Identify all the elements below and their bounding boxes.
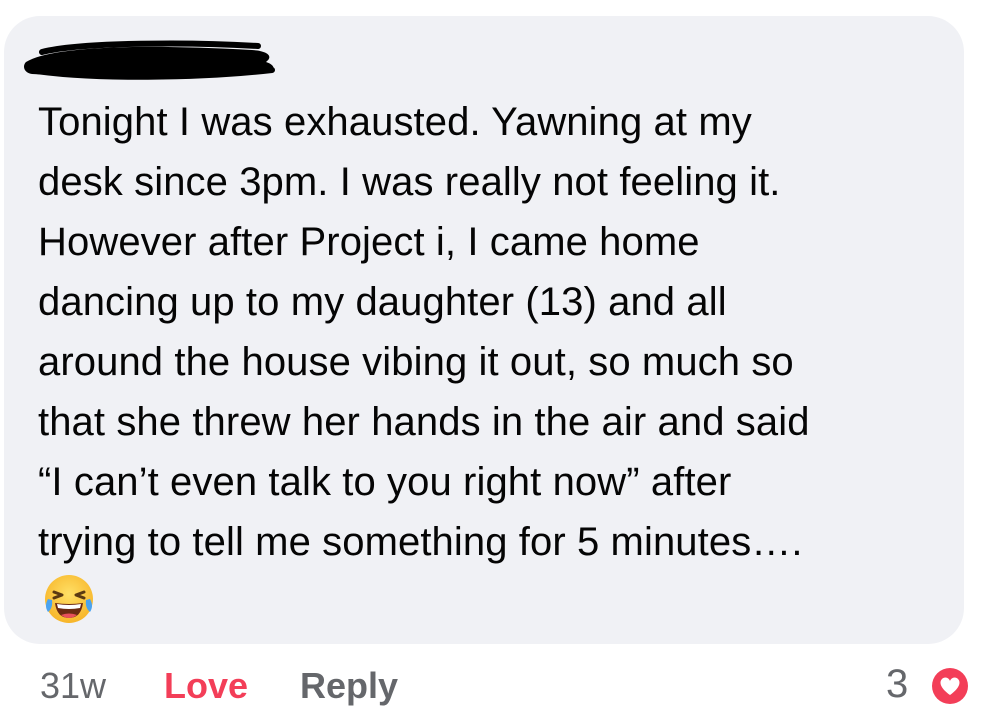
reaction-count[interactable]: 3 [886,660,908,708]
comment-line: desk since 3pm. I was really not feeling… [38,160,781,204]
comment-line: However after Project i, I came home [38,220,700,264]
comment-line: dancing up to my daughter (13) and all [38,280,727,324]
comment-body: Tonight I was exhausted. Yawning at my d… [38,92,943,572]
comment-line: “I can’t even talk to you right now” aft… [38,460,732,504]
reply-button[interactable]: Reply [300,664,398,708]
love-reaction-button[interactable]: Love [164,664,248,708]
comment-timestamp[interactable]: 31w [40,664,106,708]
comment-screen: Tonight I was exhausted. Yawning at my d… [0,0,992,721]
laughing-with-tears-emoji-icon [45,575,93,623]
comment-line: Tonight I was exhausted. Yawning at my [38,100,752,144]
comment-line: around the house vibing it out, so much … [38,340,794,384]
redacted-author-name [24,40,275,80]
comment-line: that she threw her hands in the air and … [38,400,810,444]
comment-actions-row: 31w Love Reply 3 [0,656,992,716]
comment-line: trying to tell me something for 5 minute… [38,520,803,564]
heart-reaction-icon[interactable] [928,664,972,708]
